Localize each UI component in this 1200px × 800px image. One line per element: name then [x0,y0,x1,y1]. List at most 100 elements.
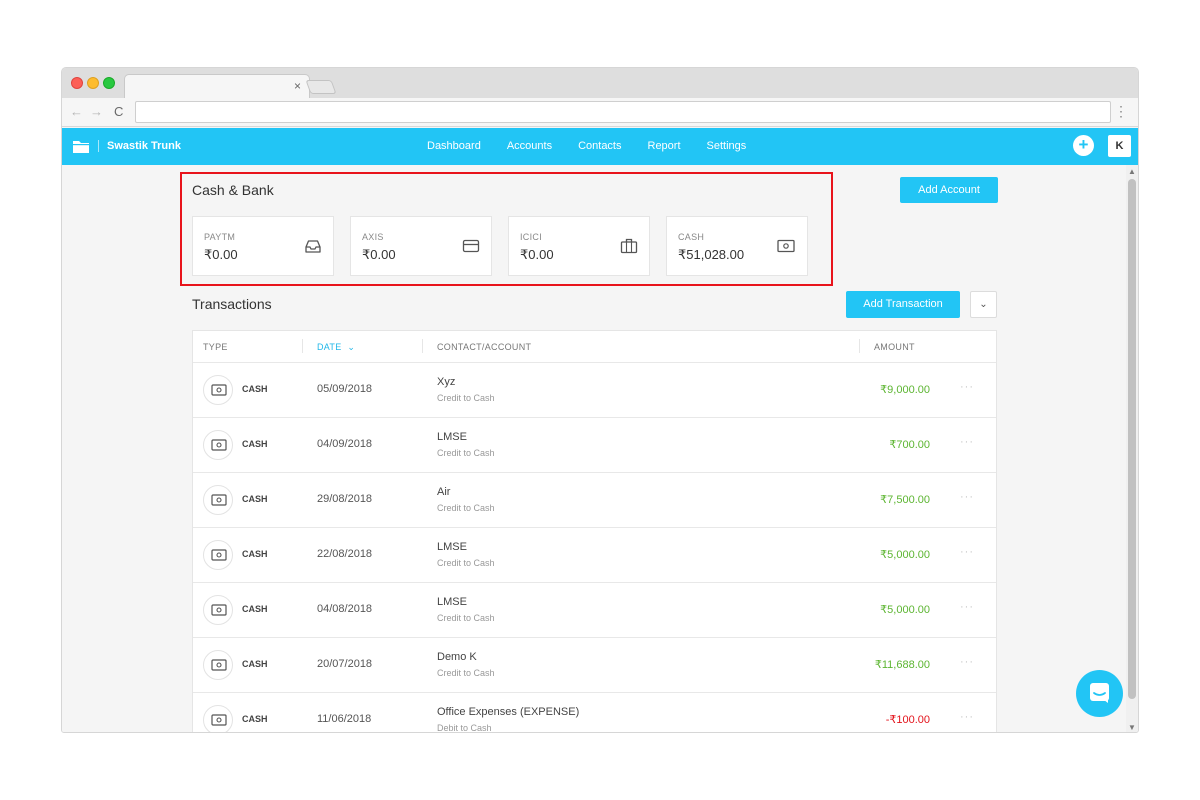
scroll-thumb[interactable] [1128,179,1136,699]
table-row[interactable]: CASH 22/08/2018 LMSE Credit to Cash ₹5,000.0… [193,528,996,583]
row-date: 05/09/2018 [317,383,373,395]
minimize-window-button[interactable] [87,77,99,89]
row-amount: ₹5,000.00 [880,604,930,616]
reload-icon[interactable]: C [114,104,123,119]
row-date: 11/06/2018 [317,713,372,725]
row-date: 04/08/2018 [317,603,373,615]
scroll-up-icon[interactable]: ▲ [1128,167,1136,176]
maximize-window-button[interactable] [103,77,115,89]
row-amount: ₹7,500.00 [880,494,930,506]
row-contact[interactable]: LMSE [437,541,467,553]
new-tab-button[interactable] [305,80,337,94]
cash-type-icon [203,485,233,515]
nav-dashboard[interactable]: Dashboard [427,140,481,152]
user-avatar[interactable]: K [1108,135,1131,157]
browser-tab[interactable]: × [124,74,310,98]
chat-support-button[interactable] [1076,670,1123,717]
more-options-icon[interactable]: ··· [960,381,974,393]
close-window-button[interactable] [71,77,83,89]
browser-window: × ← → C ⋮ Swastik Trunk Dashboard Accoun… [61,67,1139,733]
row-contact[interactable]: LMSE [437,431,467,443]
account-card-paytm[interactable]: PAYTM ₹0.00 [192,216,334,276]
row-contact[interactable]: Office Expenses (EXPENSE) [437,706,579,718]
more-options-icon[interactable]: ··· [960,546,974,558]
row-account-note: Credit to Cash [437,448,495,458]
nav-accounts[interactable]: Accounts [507,140,552,152]
column-date[interactable]: DATE ⌄ [317,342,355,353]
table-row[interactable]: CASH 20/07/2018 Demo K Credit to Cash ₹11,68… [193,638,996,693]
browser-toolbar: ← → C ⋮ [62,98,1138,127]
column-date-label: DATE [317,342,342,352]
nav-contacts[interactable]: Contacts [578,140,621,152]
cash-type-icon [203,705,233,732]
add-new-button[interactable]: + [1073,135,1094,156]
row-type: CASH [242,439,268,449]
column-contact[interactable]: CONTACT/ACCOUNT [437,342,531,352]
tab-close-icon[interactable]: × [294,79,301,93]
more-options-icon[interactable]: ··· [960,711,974,723]
add-transaction-button[interactable]: Add Transaction [846,291,960,318]
nav-report[interactable]: Report [648,140,681,152]
nav-settings[interactable]: Settings [707,140,747,152]
account-card-cash[interactable]: CASH ₹51,028.00 [666,216,808,276]
cash-type-icon [203,650,233,680]
table-row[interactable]: CASH 11/06/2018 Office Expenses (EXPENSE) D… [193,693,996,733]
column-type[interactable]: TYPE [203,342,228,352]
table-row[interactable]: CASH 29/08/2018 Air Credit to Cash ₹7,500.00… [193,473,996,528]
row-type: CASH [242,659,268,669]
account-name: CASH [678,232,705,242]
account-name: ICICI [520,232,543,242]
cash-type-icon [203,375,233,405]
briefcase-icon [620,238,638,254]
account-card-axis[interactable]: AXIS ₹0.00 [350,216,492,276]
forward-arrow-icon[interactable]: → [90,104,103,119]
more-options-icon[interactable]: ··· [960,436,974,448]
cash-type-icon [203,430,233,460]
scroll-down-icon[interactable]: ▼ [1128,723,1136,732]
row-account-note: Credit to Cash [437,668,495,678]
page-scrollbar[interactable]: ▲ ▼ [1126,165,1138,732]
row-date: 04/09/2018 [317,438,373,450]
transactions-table: TYPE DATE ⌄ CONTACT/ACCOUNT AMOUNT CASH 0… [192,330,997,733]
account-name: AXIS [362,232,384,242]
row-contact[interactable]: Demo K [437,651,477,663]
row-amount: ₹11,688.00 [874,659,930,671]
main-content: Cash & Bank Add Account PAYTM ₹0.00 AXIS… [62,165,1127,733]
row-contact[interactable]: LMSE [437,596,467,608]
account-balance: ₹51,028.00 [678,247,745,262]
account-balance: ₹0.00 [204,247,238,262]
row-account-note: Credit to Cash [437,613,495,623]
chevron-down-icon[interactable]: ⌄ [970,291,997,318]
column-divider [422,339,423,353]
tab-strip: × [62,68,1138,98]
back-arrow-icon[interactable]: ← [70,104,83,119]
add-account-button[interactable]: Add Account [900,177,998,203]
row-date: 29/08/2018 [317,493,373,505]
cash-type-icon [203,540,233,570]
account-name: PAYTM [204,232,236,242]
row-contact[interactable]: Xyz [437,376,455,388]
account-balance: ₹0.00 [520,247,554,262]
table-row[interactable]: CASH 04/09/2018 LMSE Credit to Cash ₹700.00 ·… [193,418,996,473]
header-divider [98,140,99,152]
main-nav: Dashboard Accounts Contacts Report Setti… [427,140,746,152]
table-row[interactable]: CASH 04/08/2018 LMSE Credit to Cash ₹5,000.0… [193,583,996,638]
row-amount: ₹700.00 [889,439,930,451]
credit-card-icon [462,239,480,253]
browser-menu-icon[interactable]: ⋮ [1114,103,1128,120]
inbox-icon [305,240,321,253]
more-options-icon[interactable]: ··· [960,491,974,503]
more-options-icon[interactable]: ··· [960,601,974,613]
account-card-icici[interactable]: ICICI ₹0.00 [508,216,650,276]
row-contact[interactable]: Air [437,486,450,498]
column-divider [859,339,860,353]
column-divider [302,339,303,353]
column-amount[interactable]: AMOUNT [874,342,915,352]
transactions-title: Transactions [192,296,272,312]
table-row[interactable]: CASH 05/09/2018 Xyz Credit to Cash ₹9,000.00… [193,363,996,418]
row-account-note: Debit to Cash [437,723,492,733]
address-bar[interactable] [135,101,1111,123]
cash-bank-title: Cash & Bank [192,182,274,198]
more-options-icon[interactable]: ··· [960,656,974,668]
cash-icon [777,239,795,253]
